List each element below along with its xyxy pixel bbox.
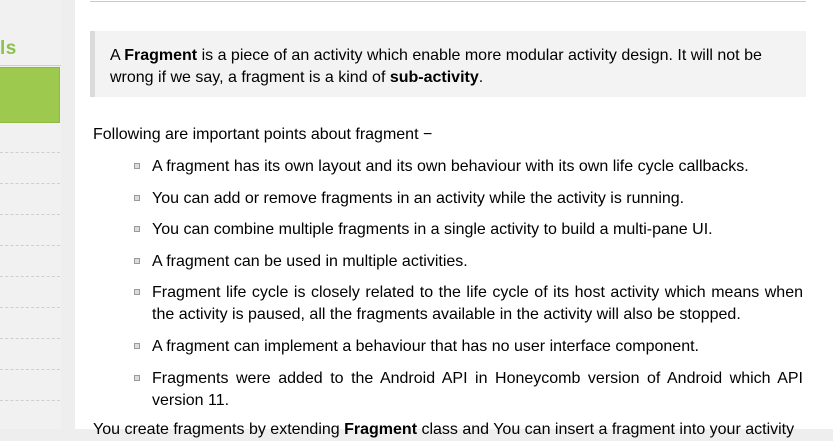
list-item: You can combine multiple fragments in a …: [130, 219, 803, 241]
square-bullet-icon: [134, 375, 140, 381]
square-bullet-icon: [134, 258, 140, 264]
list-item-text: You can add or remove fragments in an ac…: [152, 190, 685, 207]
note-suffix: .: [478, 69, 484, 86]
note-prefix: A: [110, 47, 125, 64]
square-bullet-icon: [134, 226, 140, 232]
sidebar-item[interactable]: [0, 122, 60, 153]
sidebar-brand-text: ls: [0, 38, 17, 59]
square-bullet-icon: [134, 195, 140, 201]
square-bullet-icon: [134, 163, 140, 169]
sidebar-item[interactable]: [0, 277, 60, 308]
sidebar-item[interactable]: [0, 308, 60, 339]
main-content: A Fragment is a piece of an activity whi…: [75, 0, 833, 438]
list-item: A fragment can be used in multiple activ…: [130, 251, 803, 273]
tail-term: Fragment: [344, 421, 418, 438]
tail-suffix: class and You can insert a fragment into…: [417, 421, 795, 438]
definition-note: A Fragment is a piece of an activity whi…: [90, 31, 806, 97]
note-term-sub-activity: sub-activity: [389, 69, 479, 86]
list-item-text: Fragment life cycle is closely related t…: [152, 284, 803, 323]
sidebar-item[interactable]: [0, 246, 60, 277]
sidebar-item[interactable]: [0, 153, 60, 184]
definition-text: A Fragment is a piece of an activity whi…: [110, 31, 806, 89]
tail-prefix: You create fragments by extending: [93, 421, 345, 438]
list-item: A fragment can implement a behaviour tha…: [130, 336, 803, 358]
continuation-text: You create fragments by extending Fragme…: [93, 419, 803, 441]
sidebar-item[interactable]: [0, 215, 60, 246]
sidebar-active-item[interactable]: [0, 67, 60, 123]
sidebar-item[interactable]: [0, 370, 60, 401]
square-bullet-icon: [134, 343, 140, 349]
list-item: A fragment has its own layout and its ow…: [130, 156, 803, 178]
list-item-text: A fragment can be used in multiple activ…: [152, 253, 468, 270]
note-term: Fragment: [124, 47, 198, 64]
sidebar-item[interactable]: [0, 339, 60, 370]
top-divider: [90, 1, 806, 2]
sidebar-divider: [0, 65, 61, 66]
list-item: Fragment life cycle is closely related t…: [130, 282, 803, 326]
intro-text: Following are important points about fra…: [93, 126, 433, 143]
list-item-text: Fragments were added to the Android API …: [152, 370, 803, 409]
sidebar-item[interactable]: [0, 184, 60, 215]
sidebar: ls: [0, 0, 61, 429]
list-item-text: A fragment has its own layout and its ow…: [152, 158, 749, 175]
list-item: Fragments were added to the Android API …: [130, 368, 803, 412]
list-item-text: You can combine multiple fragments in a …: [152, 221, 713, 238]
square-bullet-icon: [134, 289, 140, 295]
list-item-text: A fragment can implement a behaviour tha…: [152, 338, 699, 355]
list-item: You can add or remove fragments in an ac…: [130, 188, 803, 210]
